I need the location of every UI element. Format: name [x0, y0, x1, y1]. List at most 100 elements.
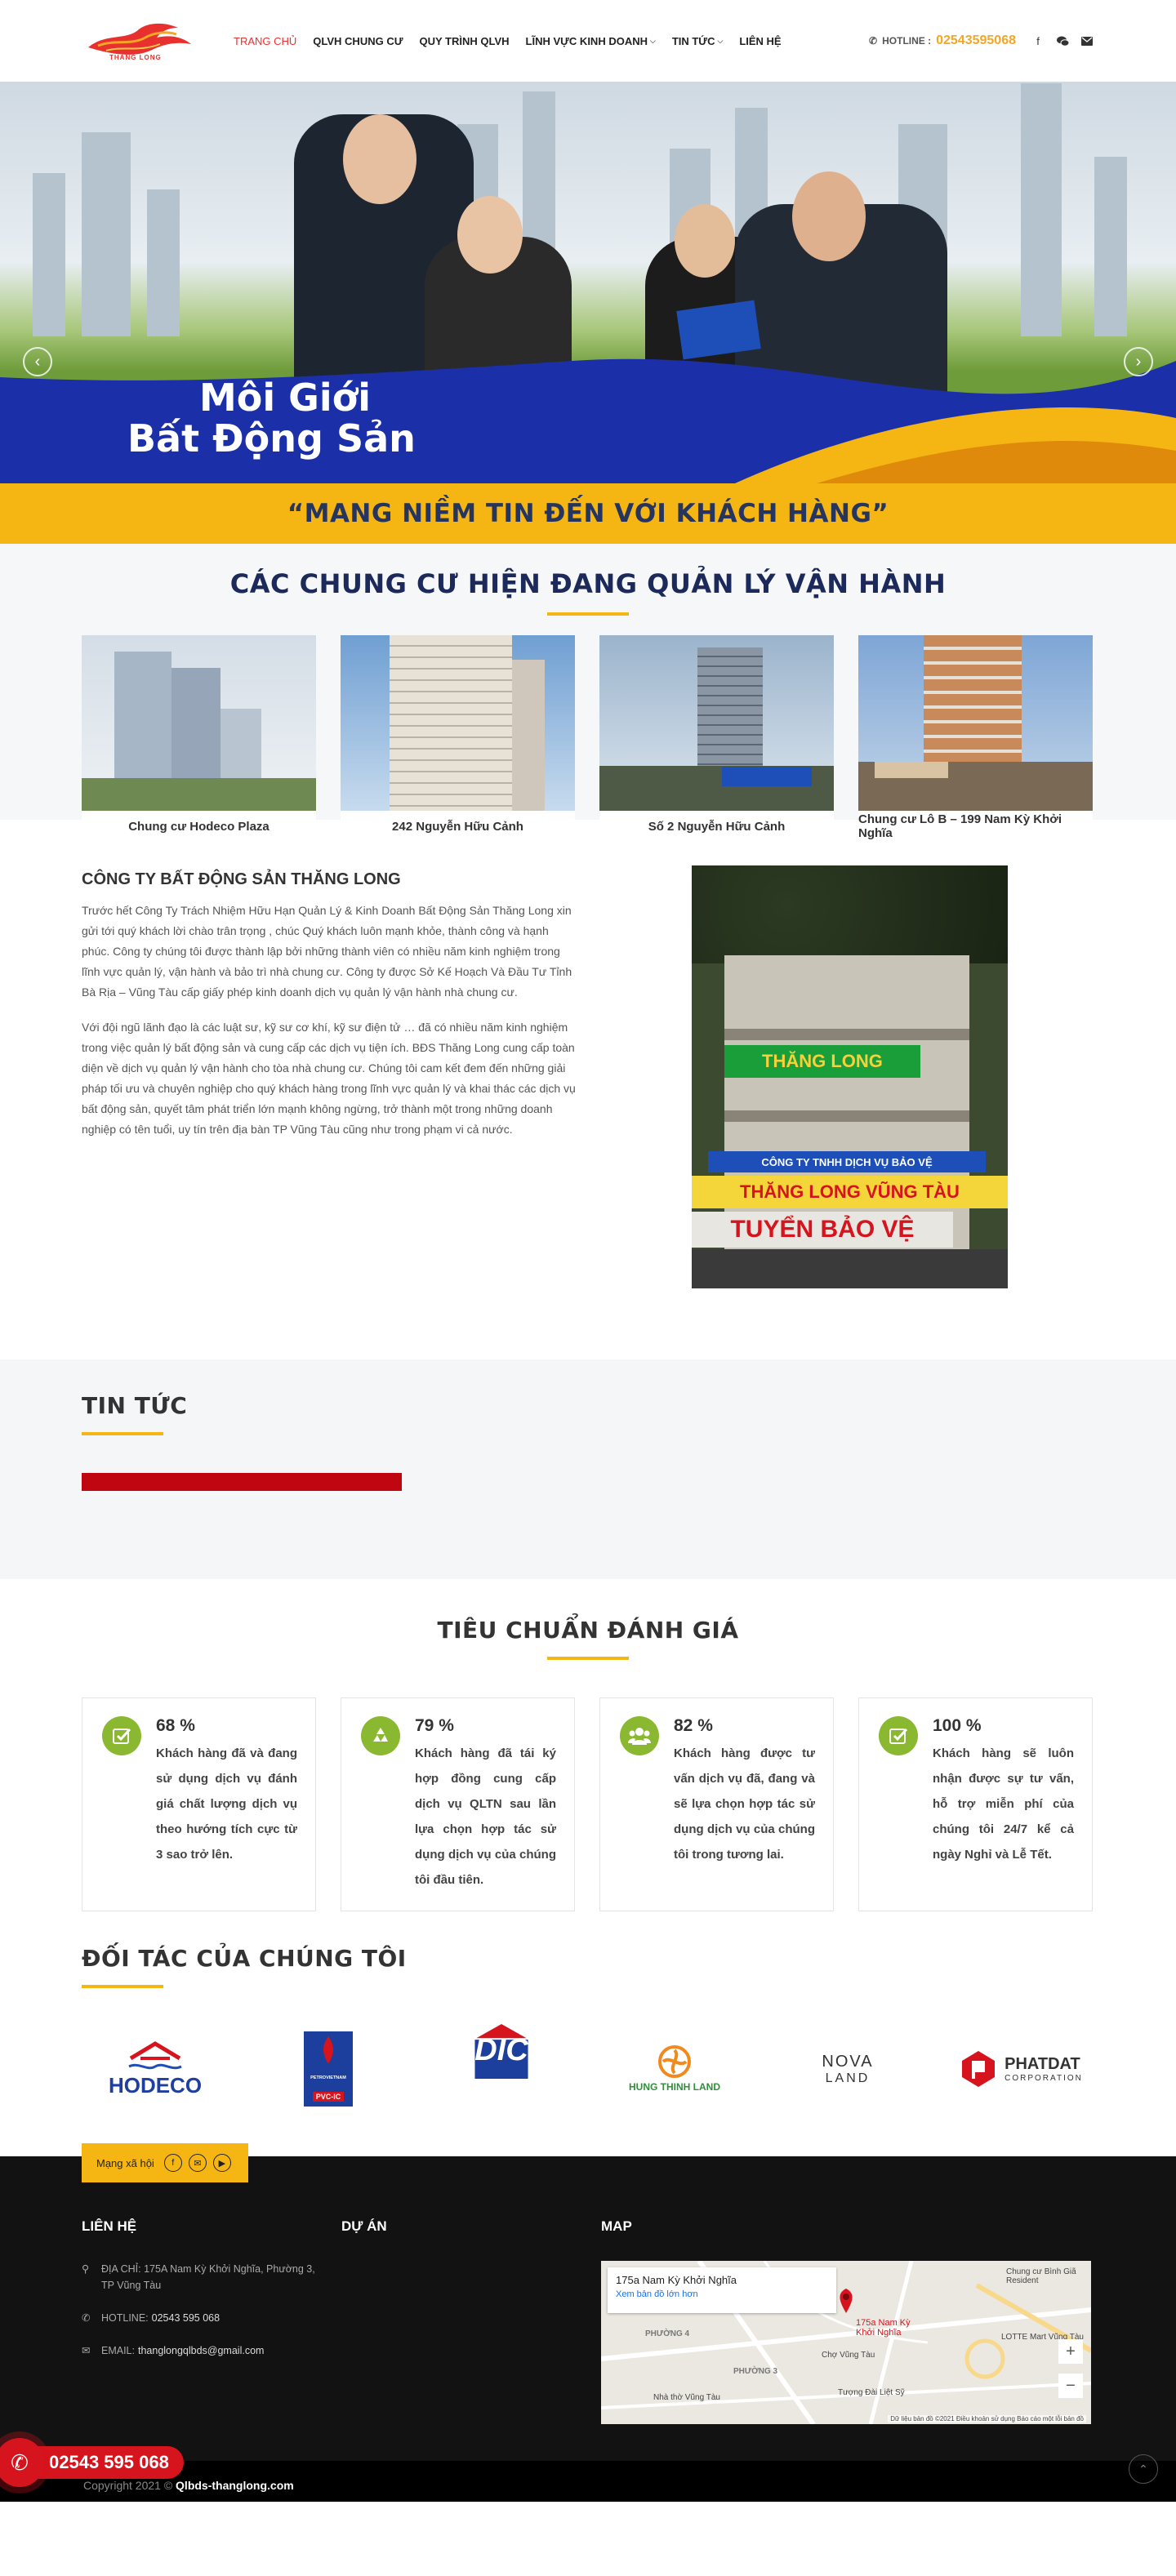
floating-phone-button[interactable]: ✆ 02543 595 068 [0, 2438, 184, 2487]
apartment-card[interactable]: Số 2 Nguyễn Hữu Cảnh [599, 635, 834, 842]
nav-linh-vuc-kinh-doanh[interactable]: LĨNH VỰC KINH DOANH ⌵ [526, 35, 656, 47]
apartment-card[interactable]: 242 Nguyễn Hữu Cảnh [341, 635, 575, 842]
nav-quy-trinh-qlvh[interactable]: QUY TRÌNH QLVH [420, 35, 510, 47]
slider-next-button[interactable]: › [1124, 347, 1153, 376]
chevron-up-icon: ⌃ [1138, 2462, 1148, 2476]
partner-dic[interactable]: DIC [428, 2024, 575, 2114]
footer-address: ⚲ ĐỊA CHỈ: 175A Nam Kỳ Khởi Nghĩa, Phường… [82, 2261, 341, 2293]
criteria-card: 79 % Khách hàng đã tái ký hợp đồng cung … [341, 1697, 575, 1911]
apartment-caption: Số 2 Nguyễn Hữu Cảnh [599, 811, 834, 842]
nav-label: LIÊN HỆ [739, 34, 782, 47]
apartment-card[interactable]: Chung cư Hodeco Plaza [82, 635, 316, 842]
nav-trang-chu[interactable]: TRANG CHỦ [234, 35, 296, 47]
partners-title: ĐỐI TÁC CỦA CHÚNG TÔI [82, 1945, 407, 1972]
news-placeholder-bar [82, 1473, 402, 1491]
nav-qlvh-chung-cu[interactable]: QLVH CHUNG CƯ [313, 35, 403, 47]
hero-banner-line1: Môi Giới [199, 376, 372, 420]
partner-sub: LAND [825, 2071, 871, 2085]
hero-banner-wave [0, 358, 1176, 483]
facebook-icon[interactable]: f [1031, 33, 1045, 48]
partner-hung-thinh[interactable]: HUNG THINH LAND [601, 2024, 748, 2114]
partners-section: ĐỐI TÁC CỦA CHÚNG TÔI HODECO PETROVIETNA… [0, 1938, 1176, 2156]
phone-icon: ✆ [869, 35, 878, 47]
criteria-desc: Khách hàng đã tái ký hợp đồng cung cấp d… [415, 1746, 556, 1887]
nav-label: TIN TỨC [671, 34, 715, 47]
map-zoom-out-button[interactable]: − [1058, 2374, 1083, 2398]
chevron-right-icon: › [1135, 352, 1142, 371]
partner-hodeco[interactable]: HODECO [82, 2024, 229, 2114]
criteria-section: TIÊU CHUẨN ĐÁNH GIÁ 68 % Khách hàng đã v… [0, 1579, 1176, 1938]
petrovietnam-logo-icon: PETROVIETNAM PVC-IC [304, 2031, 353, 2107]
wechat-icon[interactable]: ✉ [188, 2154, 207, 2172]
map-card-link[interactable]: Xem bản đồ lớn hơn [616, 2289, 828, 2299]
criteria-percent: 100 % [933, 1716, 982, 1735]
map-zoom-in-button[interactable]: + [1058, 2339, 1083, 2364]
youtube-icon[interactable]: ▶ [212, 2154, 231, 2172]
footer-email[interactable]: ✉ EMAIL: thanglongqlbds@gmail.com [82, 2342, 341, 2359]
slogan-text: “MANG NIỀM TIN ĐẾN VỚI KHÁCH HÀNG” [287, 499, 889, 528]
footer-hotline[interactable]: ✆ HOTLINE: 02543 595 068 [82, 2310, 341, 2326]
partner-phatdat[interactable]: PHATDAT CORPORATION [947, 2024, 1094, 2114]
apartment-image [599, 635, 834, 811]
criteria-percent: 79 % [415, 1716, 454, 1735]
back-to-top-button[interactable]: ⌃ [1129, 2454, 1158, 2484]
logo-text: THĂNG LONG [109, 54, 162, 61]
partner-name: HUNG THINH LAND [629, 2081, 720, 2093]
site-header: THĂNG LONG TRANG CHỦ QLVH CHUNG CƯ QUY T… [0, 0, 1176, 82]
hotline-label: HOTLINE : [882, 35, 932, 47]
criteria-card: 100 % Khách hàng sẽ luôn nhận được sự tư… [858, 1697, 1093, 1911]
phone-icon: ✆ [0, 2438, 44, 2487]
nav-tin-tuc[interactable]: TIN TỨC ⌵ [672, 35, 724, 47]
partner-sub: CORPORATION [1004, 2074, 1083, 2083]
hotline-number: 02543595068 [936, 33, 1016, 47]
partner-name: PHATDAT [1004, 2055, 1080, 2073]
slogan-bar: “MANG NIỀM TIN ĐẾN VỚI KHÁCH HÀNG” [0, 483, 1176, 544]
news-title: TIN TỨC [82, 1392, 188, 1419]
apartment-image [341, 635, 575, 811]
map-info-card: 175a Nam Kỳ Khởi Nghĩa Xem bản đồ lớn hơ… [608, 2267, 836, 2313]
header-hotline[interactable]: ✆ HOTLINE : 02543595068 [869, 33, 1016, 48]
social-label: Mạng xã hội [96, 2156, 154, 2169]
criteria-grid: 68 % Khách hàng đã và đang sử dụng dịch … [82, 1697, 1094, 1911]
criteria-title: TIÊU CHUẨN ĐÁNH GIÁ [437, 1617, 739, 1644]
wechat-icon[interactable] [1055, 33, 1070, 48]
email-icon: ✉ [82, 2345, 91, 2356]
partner-name: DIC [474, 2033, 528, 2067]
about-section: CÔNG TY BẤT ĐỘNG SẢN THĂNG LONG Trước hế… [0, 820, 1176, 1359]
hero-banner-line2: Bất Động Sản [127, 416, 416, 460]
check-badge-icon [879, 1716, 918, 1755]
phatdat-logo-icon [962, 2051, 996, 2087]
users-icon [620, 1716, 659, 1755]
apartment-caption: 242 Nguyễn Hữu Cảnh [341, 811, 575, 842]
chevron-left-icon: ‹ [34, 352, 41, 371]
email-value: thanglongqlbds@gmail.com [138, 2345, 265, 2356]
logo[interactable]: THĂNG LONG [82, 16, 196, 65]
map-label: PHƯỜNG 3 [733, 2367, 778, 2376]
facebook-icon[interactable]: f [163, 2154, 182, 2172]
map-label: Nhà thờ Vũng Tàu [653, 2393, 720, 2402]
email-icon[interactable] [1080, 33, 1094, 48]
nav-lien-he[interactable]: LIÊN HỆ [739, 35, 781, 47]
phone-icon: ✆ [82, 2312, 91, 2324]
partner-novaland[interactable]: NOVA LAND [774, 2024, 921, 2114]
partner-sub: PVC-IC [312, 2092, 345, 2102]
apartment-grid: Chung cư Hodeco Plaza 242 Nguyễn Hữu Cản… [82, 635, 1094, 842]
google-map[interactable]: 175a Nam Kỳ Khởi Nghĩa Xem bản đồ lớn hơ… [601, 2261, 1091, 2424]
map-label: Chợ Vũng Tàu [822, 2351, 875, 2360]
partner-name: NOVA [822, 2052, 874, 2071]
floating-phone-number: 02543 595 068 [31, 2446, 184, 2479]
criteria-desc: Khách hàng được tư vấn dịch vụ đã, đang … [674, 1746, 815, 1862]
office-building-image: THĂNG LONG CÔNG TY TNHH DỊCH VỤ BẢO VỆ T… [692, 865, 1008, 1288]
criteria-desc: Khách hàng đã và đang sử dụng dịch vụ đá… [156, 1746, 297, 1862]
location-icon: ⚲ [82, 2263, 90, 2275]
criteria-percent: 68 % [156, 1716, 195, 1735]
map-label: Chung cư Bình Giã Resident [1006, 2267, 1076, 2285]
apartment-card[interactable]: Chung cư Lô B – 199 Nam Kỳ Khởi Nghĩa [858, 635, 1093, 842]
sign-vung-tau: THĂNG LONG VŨNG TÀU [692, 1176, 1008, 1208]
apartment-caption: Chung cư Hodeco Plaza [82, 811, 316, 842]
map-label: 175a Nam Kỳ Khởi Nghĩa [856, 2318, 911, 2338]
hotline-label: HOTLINE: [101, 2312, 149, 2324]
partner-petrovietnam[interactable]: PETROVIETNAM PVC-IC [255, 2024, 402, 2114]
slider-prev-button[interactable]: ‹ [23, 347, 52, 376]
news-section: TIN TỨC [0, 1359, 1176, 1579]
